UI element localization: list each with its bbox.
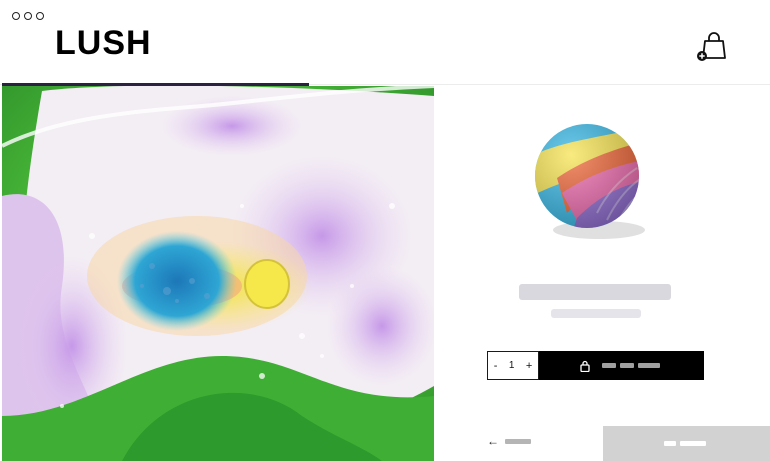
product-subtitle: [551, 309, 641, 318]
hero-bath-image: [2, 86, 434, 461]
back-button[interactable]: ←: [487, 435, 537, 447]
lock-icon: [579, 360, 590, 372]
quantity-stepper[interactable]: - 1 +: [487, 351, 539, 380]
next-button[interactable]: [603, 426, 770, 461]
button-label-placeholder: [619, 363, 634, 368]
bath-bomb-image: [527, 118, 657, 248]
product-title: [519, 284, 671, 300]
back-label-placeholder: [505, 438, 531, 444]
shopping-bag-plus-icon[interactable]: [694, 29, 730, 65]
quantity-value: 1: [508, 360, 515, 371]
window-dot[interactable]: [12, 12, 20, 20]
button-label-placeholder: [637, 363, 660, 368]
next-label-placeholder: [663, 441, 676, 446]
window-dot[interactable]: [36, 12, 44, 20]
add-to-basket-button[interactable]: [539, 351, 704, 380]
window-dot[interactable]: [24, 12, 32, 20]
button-label-placeholder: [601, 363, 616, 368]
brand-logo[interactable]: LUSH: [55, 24, 152, 63]
window-controls[interactable]: [12, 12, 44, 20]
decrement-button[interactable]: -: [494, 360, 498, 372]
arrow-left-icon: ←: [487, 434, 499, 448]
next-label-placeholder: [679, 441, 706, 446]
increment-button[interactable]: +: [526, 360, 532, 372]
